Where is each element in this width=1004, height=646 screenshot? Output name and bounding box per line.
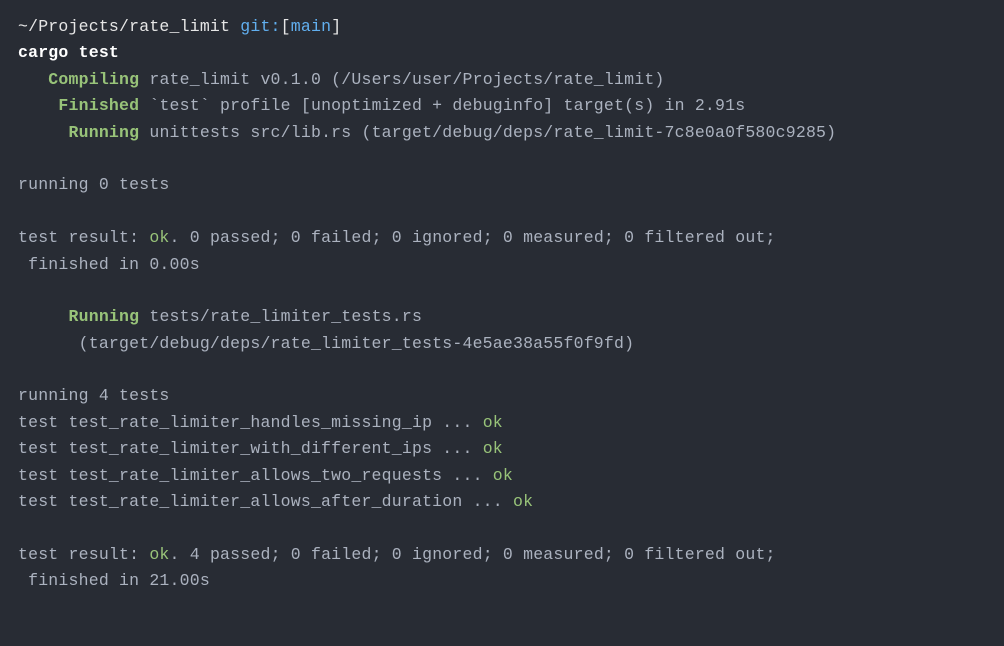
test-name: test test_rate_limiter_with_different_ip… — [18, 439, 483, 458]
blank-line — [18, 357, 986, 383]
test-status: ok — [483, 439, 503, 458]
test-result-line: test test_rate_limiter_allows_two_reques… — [18, 463, 986, 489]
blank-line — [18, 199, 986, 225]
running-line-2a: Running tests/rate_limiter_tests.rs — [18, 304, 986, 330]
running-label-1: Running — [18, 123, 139, 142]
compiling-text: rate_limit v0.1.0 (/Users/user/Projects/… — [139, 70, 664, 89]
compiling-label: Compiling — [18, 70, 139, 89]
prompt-git-label: git: — [240, 17, 280, 36]
result-rest: . 0 passed; 0 failed; 0 ignored; 0 measu… — [170, 228, 776, 247]
result-ok: ok — [149, 545, 169, 564]
test-result-line: test test_rate_limiter_allows_after_dura… — [18, 489, 986, 515]
test-status: ok — [493, 466, 513, 485]
prompt-path: ~/Projects/rate_limit — [18, 17, 230, 36]
blank-line — [18, 515, 986, 541]
finished-text: `test` profile [unoptimized + debuginfo]… — [139, 96, 745, 115]
finished-label: Finished — [18, 96, 139, 115]
terminal-output[interactable]: ~/Projects/rate_limit git:[main] cargo t… — [18, 14, 986, 595]
test-status: ok — [513, 492, 533, 511]
branch-close: ] — [331, 17, 341, 36]
suite2-finished: finished in 21.00s — [18, 568, 986, 594]
running-line-2b: (target/debug/deps/rate_limiter_tests-4e… — [18, 331, 986, 357]
test-name: test test_rate_limiter_allows_after_dura… — [18, 492, 513, 511]
suite2-result: test result: ok. 4 passed; 0 failed; 0 i… — [18, 542, 986, 568]
test-name: test test_rate_limiter_allows_two_reques… — [18, 466, 493, 485]
result-ok: ok — [149, 228, 169, 247]
test-name: test test_rate_limiter_handles_missing_i… — [18, 413, 483, 432]
suite1-finished: finished in 0.00s — [18, 252, 986, 278]
prompt-branch: main — [291, 17, 331, 36]
compiling-line: Compiling rate_limit v0.1.0 (/Users/user… — [18, 67, 986, 93]
test-result-line: test test_rate_limiter_handles_missing_i… — [18, 410, 986, 436]
result-prefix: test result: — [18, 228, 149, 247]
test-result-line: test test_rate_limiter_with_different_ip… — [18, 436, 986, 462]
suite1-running: running 0 tests — [18, 172, 986, 198]
suite2-running: running 4 tests — [18, 383, 986, 409]
blank-line — [18, 146, 986, 172]
blank-line — [18, 278, 986, 304]
branch-open: [ — [281, 17, 291, 36]
finished-line: Finished `test` profile [unoptimized + d… — [18, 93, 986, 119]
result-rest: . 4 passed; 0 failed; 0 ignored; 0 measu… — [170, 545, 776, 564]
running-text-2a: tests/rate_limiter_tests.rs — [139, 307, 422, 326]
suite1-result: test result: ok. 0 passed; 0 failed; 0 i… — [18, 225, 986, 251]
command-line: cargo test — [18, 40, 986, 66]
prompt-line: ~/Projects/rate_limit git:[main] — [18, 14, 986, 40]
running-text-1: unittests src/lib.rs (target/debug/deps/… — [139, 123, 836, 142]
test-status: ok — [483, 413, 503, 432]
running-line-1: Running unittests src/lib.rs (target/deb… — [18, 120, 986, 146]
result-prefix: test result: — [18, 545, 149, 564]
running-label-2: Running — [18, 307, 139, 326]
